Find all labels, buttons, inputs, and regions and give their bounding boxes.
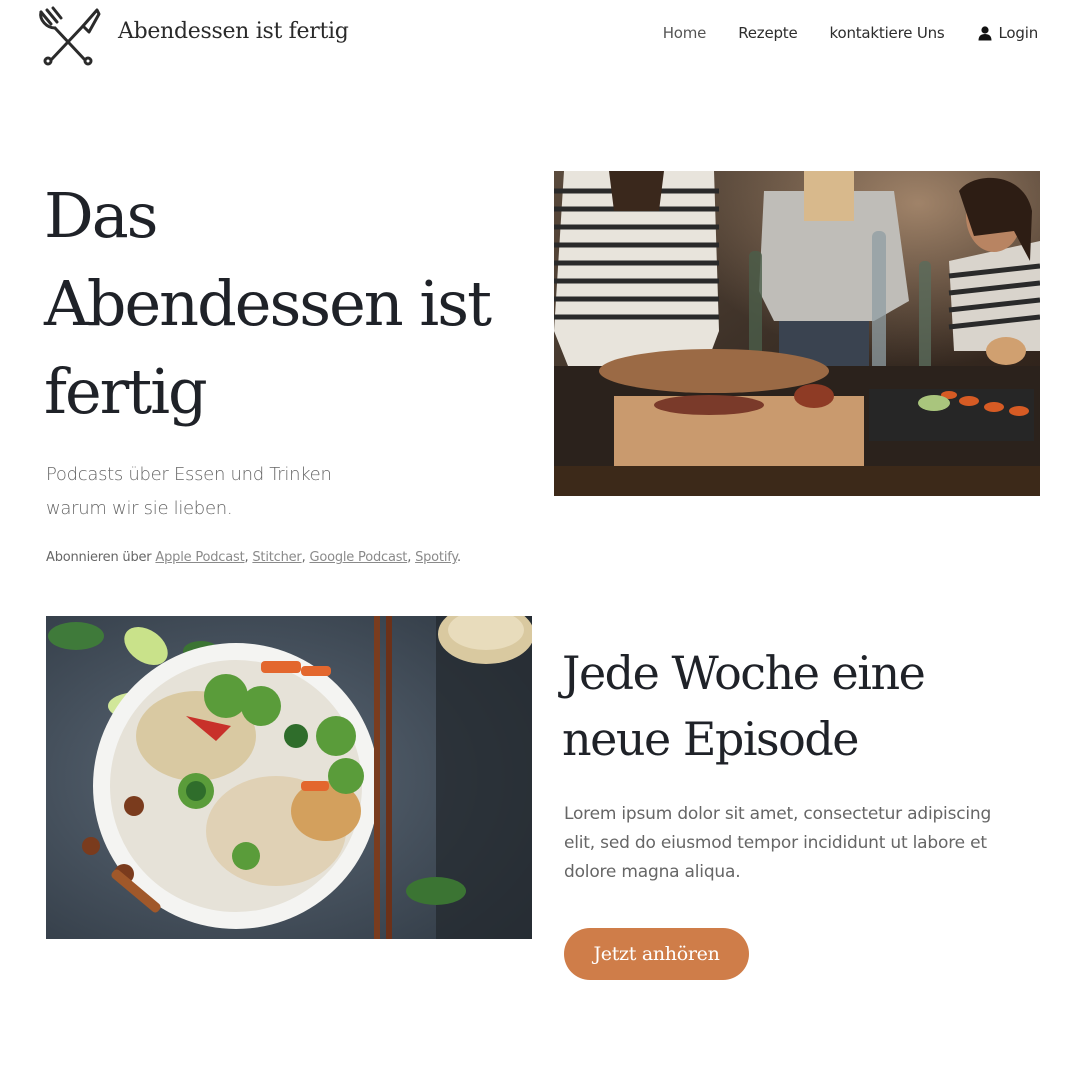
dinner-party-photo bbox=[554, 171, 1040, 496]
link-spotify[interactable]: Spotify bbox=[415, 550, 457, 565]
noodle-bowl-photo bbox=[46, 616, 532, 939]
subscribe-line: Abonnieren über Apple Podcast, Stitcher,… bbox=[46, 550, 461, 565]
nav-kontakt[interactable]: kontaktiere Uns bbox=[830, 24, 945, 42]
user-icon bbox=[978, 26, 992, 41]
hero-subtitle: Podcasts über Essen und Trinken warum wi… bbox=[46, 458, 406, 526]
site-header: Abendessen ist fertig Home Rezepte konta… bbox=[0, 0, 1075, 70]
episode-section-title: Jede Woche eine neue Episode bbox=[562, 646, 926, 766]
nav-login-label: Login bbox=[998, 24, 1039, 42]
subscribe-prefix: Abonnieren über bbox=[46, 550, 152, 565]
hero-title: Das Abendessen ist fertig bbox=[44, 179, 492, 428]
listen-now-button[interactable]: Jetzt anhören bbox=[564, 928, 749, 980]
episode-section-text: Lorem ipsum dolor sit amet, consectetur … bbox=[564, 804, 992, 882]
link-apple-podcast[interactable]: Apple Podcast bbox=[155, 550, 244, 565]
nav-login[interactable]: Login bbox=[977, 24, 1038, 42]
main-nav: Home Rezepte kontaktiere Uns Login bbox=[663, 24, 1038, 42]
nav-home[interactable]: Home bbox=[663, 24, 707, 42]
nav-rezepte[interactable]: Rezepte bbox=[738, 24, 798, 42]
hero-subtitle-line-2: warum wir sie lieben. bbox=[46, 498, 233, 519]
link-stitcher[interactable]: Stitcher bbox=[252, 550, 301, 565]
link-google-podcast[interactable]: Google Podcast bbox=[309, 550, 407, 565]
fork-knife-logo-icon[interactable] bbox=[31, 4, 103, 66]
brand-name[interactable]: Abendessen ist fertig bbox=[118, 19, 349, 44]
hero-subtitle-line-1: Podcasts über Essen und Trinken bbox=[46, 464, 332, 485]
